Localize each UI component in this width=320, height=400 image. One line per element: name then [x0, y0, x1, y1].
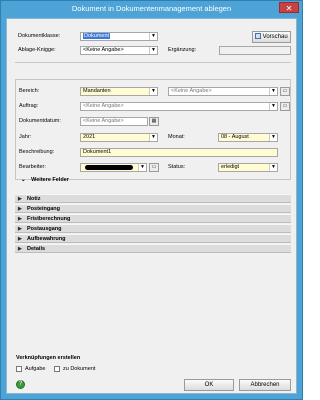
- ablage-knigge-value: <Keine Angabe>: [83, 47, 124, 53]
- chevron-down-icon: ▼: [149, 134, 157, 141]
- auftrag-browse-button[interactable]: ▭: [280, 102, 290, 111]
- chevron-down-icon: ▼: [138, 164, 146, 171]
- vorschau-button[interactable]: Vorschau: [252, 31, 291, 43]
- ok-button[interactable]: OK: [184, 379, 234, 391]
- close-icon: ✕: [285, 4, 293, 13]
- bearbeiter-browse-button[interactable]: ▭: [149, 163, 159, 172]
- chevron-down-icon: ▼: [269, 88, 277, 95]
- ablage-knigge-select[interactable]: <Keine Angabe> ▼: [80, 46, 158, 55]
- calendar-button[interactable]: ▦: [149, 117, 159, 126]
- dialog-body: Dokumentklasse: Dokument ▼ Vorschau Abla…: [6, 18, 297, 394]
- zu-dokument-checkbox[interactable]: [54, 366, 60, 372]
- dokumentklasse-label: Dokumentklasse:: [18, 33, 61, 39]
- abbrechen-button[interactable]: Abbrechen: [239, 379, 291, 391]
- jahr-value: 2021: [83, 134, 96, 140]
- aufgabe-label: Aufgabe: [25, 366, 46, 372]
- chevron-right-icon: ▶: [18, 226, 22, 232]
- beschreibung-label: Beschreibung:: [19, 149, 55, 155]
- dialog-title: Dokument in Dokumentenmanagement ablegen: [71, 4, 232, 13]
- zu-dokument-label: zu Dokument: [63, 366, 96, 372]
- divider: [15, 62, 291, 63]
- bereich-browse-button[interactable]: ▭: [280, 87, 290, 96]
- monat-label: Monat:: [168, 134, 185, 140]
- jahr-select[interactable]: 2021 ▼: [80, 133, 158, 142]
- auftrag-select[interactable]: <Keine Angabe> ▼: [80, 102, 278, 111]
- section-label: Postausgang: [27, 226, 62, 232]
- bearbeiter-label: Bearbeiter:: [19, 164, 46, 170]
- chevron-down-icon: ▼: [269, 103, 277, 110]
- chevron-down-icon: ▼: [149, 47, 157, 54]
- bereich-extra-value: <Keine Angabe>: [171, 88, 212, 94]
- monat-select[interactable]: 08 - August ▼: [218, 133, 278, 142]
- chevron-right-icon: ▶: [18, 216, 22, 222]
- section-details[interactable]: ▶ Details: [15, 244, 291, 253]
- preview-icon: [255, 33, 261, 40]
- weitere-felder-toggle[interactable]: ⌄ Weitere Felder: [21, 177, 69, 183]
- ablage-knigge-label: Ablage-Knigge:: [18, 47, 56, 53]
- section-label: Posteingang: [27, 206, 61, 212]
- status-label: Status:: [168, 164, 186, 170]
- close-button[interactable]: ✕: [279, 2, 299, 13]
- chevron-right-icon: ▶: [18, 206, 22, 212]
- bereich-label: Bereich:: [19, 88, 40, 94]
- ergaenzung-field: [219, 46, 291, 55]
- section-label: Aufbewahrung: [27, 236, 66, 242]
- ergaenzung-label: Ergänzung:: [168, 47, 197, 53]
- auftrag-label: Auftrag:: [19, 103, 39, 109]
- section-notiz[interactable]: ▶ Notiz: [15, 194, 291, 203]
- section-fristberechnung[interactable]: ▶ Fristberechnung: [15, 214, 291, 223]
- monat-value: 08 - August: [221, 134, 249, 140]
- chevron-down-icon: ⌄: [21, 177, 26, 183]
- jahr-label: Jahr:: [19, 134, 32, 140]
- bereich-extra-select[interactable]: <Keine Angabe> ▼: [168, 87, 278, 96]
- help-icon[interactable]: ?: [16, 380, 25, 389]
- bearbeiter-select[interactable]: ▼: [80, 163, 147, 172]
- status-select[interactable]: erledigt ▼: [218, 163, 278, 172]
- bereich-value: Mandanten: [83, 88, 111, 94]
- section-posteingang[interactable]: ▶ Posteingang: [15, 204, 291, 213]
- dokumentdatum-field[interactable]: <Keine Angabe>: [80, 117, 148, 126]
- dokumentklasse-value: Dokument: [83, 33, 111, 39]
- verknuepfungen-heading: Verknüpfungen erstellen: [16, 355, 81, 361]
- section-postausgang[interactable]: ▶ Postausgang: [15, 224, 291, 233]
- chevron-down-icon: ▼: [269, 134, 277, 141]
- browse-icon: ▭: [282, 88, 288, 94]
- chevron-right-icon: ▶: [18, 196, 22, 202]
- browse-icon: ▭: [151, 164, 157, 170]
- auftrag-value: <Keine Angabe>: [83, 103, 124, 109]
- calendar-icon: ▦: [151, 118, 157, 124]
- chevron-down-icon: ▼: [149, 33, 157, 40]
- browse-icon: ▭: [282, 103, 288, 109]
- bereich-select[interactable]: Mandanten ▼: [80, 87, 158, 96]
- redacted-name: [85, 165, 133, 170]
- weitere-felder-label: Weitere Felder: [31, 177, 69, 183]
- beschreibung-value: Dokument1: [83, 149, 112, 155]
- chevron-right-icon: ▶: [18, 246, 22, 252]
- chevron-down-icon: ▼: [149, 88, 157, 95]
- dialog-window: Dokument in Dokumentenmanagement ablegen…: [0, 0, 303, 400]
- section-label: Details: [27, 246, 46, 252]
- form-panel: Bereich: Mandanten ▼ <Keine Angabe> ▼ ▭ …: [15, 79, 291, 180]
- beschreibung-input[interactable]: Dokument1: [80, 148, 278, 157]
- vorschau-label: Vorschau: [262, 34, 288, 40]
- dokumentdatum-value: <Keine Angabe>: [83, 118, 124, 124]
- chevron-down-icon: ▼: [269, 164, 277, 171]
- aufgabe-checkbox[interactable]: [16, 366, 22, 372]
- status-value: erledigt: [221, 164, 240, 170]
- chevron-right-icon: ▶: [18, 236, 22, 242]
- section-aufbewahrung[interactable]: ▶ Aufbewahrung: [15, 234, 291, 243]
- section-label: Fristberechnung: [27, 216, 71, 222]
- dokumentklasse-select[interactable]: Dokument ▼: [80, 32, 158, 41]
- dokumentdatum-label: Dokumentdatum:: [19, 118, 61, 124]
- section-label: Notiz: [27, 196, 41, 202]
